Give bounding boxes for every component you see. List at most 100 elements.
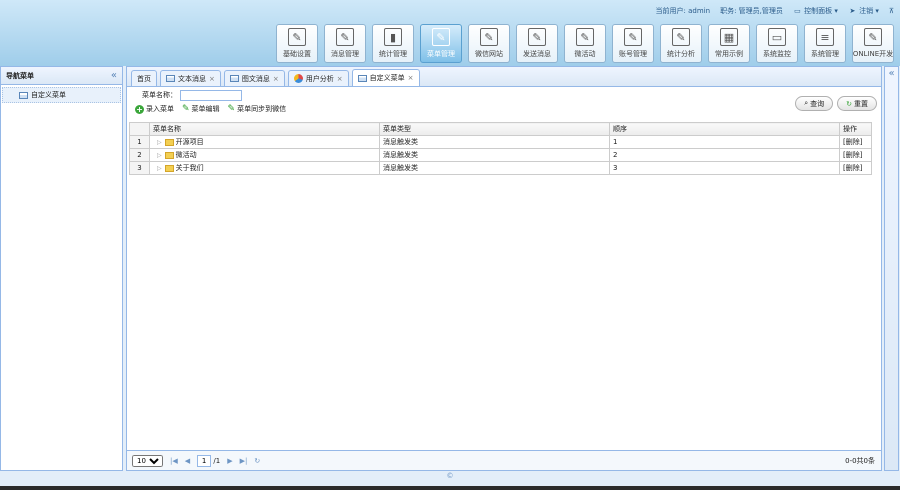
search-icon: ⌕ xyxy=(804,99,809,107)
nav-button-label: 消息管理 xyxy=(331,50,359,58)
menu-name-cell[interactable]: ▷ 微活动 xyxy=(149,148,380,162)
table-row[interactable]: 2 ▷ 微活动 消息触发类 2 [删除] xyxy=(129,148,872,162)
edit-icon: ✎ xyxy=(528,28,546,46)
footer: © xyxy=(0,472,900,484)
first-page-icon[interactable]: |◀ xyxy=(170,457,178,465)
delete-link[interactable]: [删除] xyxy=(839,135,872,149)
add-menu-button[interactable]: + 录入菜单 xyxy=(135,104,174,114)
bar-chart-icon: ▮ xyxy=(384,28,402,46)
nav-button-8[interactable]: ✎ 统计分析 xyxy=(660,24,702,63)
menu-name-label: 菜单名称： xyxy=(142,91,177,99)
menu-name-cell[interactable]: ▷ 开源项目 xyxy=(149,135,380,149)
monitor-icon: ▭ xyxy=(768,28,786,46)
left-menu-item-custom-menu[interactable]: 自定义菜单 xyxy=(2,87,121,103)
nav-button-label: 统计分析 xyxy=(667,50,695,58)
edit-icon: ✎ xyxy=(672,28,690,46)
nav-button-5[interactable]: ✎ 发送消息 xyxy=(516,24,558,63)
nav-button-7[interactable]: ✎ 账号管理 xyxy=(612,24,654,63)
nav-button-4[interactable]: ✎ 微信网站 xyxy=(468,24,510,63)
nav-button-1[interactable]: ✎ 消息管理 xyxy=(324,24,366,63)
page-size-select[interactable]: 10 xyxy=(132,454,163,467)
nav-button-label: 统计管理 xyxy=(379,50,407,58)
grid-window-icon xyxy=(19,91,28,99)
tab-user-analysis[interactable]: 用户分析 × xyxy=(287,70,349,86)
expand-icon[interactable]: ▷ xyxy=(157,139,162,146)
header: 当前用户: admin 职务: 管理员,管理员 ▭ 控制面板 ▾ ➤ 注销 ▾ … xyxy=(0,0,900,66)
nav-button-12[interactable]: ✎ ONLINE开发 xyxy=(852,24,894,63)
row-number: 3 xyxy=(129,161,150,175)
row-number: 1 xyxy=(129,135,150,149)
nav-button-label: 微信网站 xyxy=(475,50,503,58)
edit-icon: ✎ xyxy=(576,28,594,46)
query-button[interactable]: ⌕ 查询 xyxy=(795,96,834,111)
pagination-bar: 10 |◀ ◀ /1 ▶ ▶| ↻ 0-0共0条 xyxy=(127,450,881,470)
menu-name-input[interactable] xyxy=(180,89,242,101)
menu-type-cell: 消息触发类 xyxy=(379,148,610,162)
nav-button-label: 基础设置 xyxy=(283,50,311,58)
sync-menu-button[interactable]: ✎ 菜单同步到微信 xyxy=(228,104,287,114)
last-page-icon[interactable]: ▶| xyxy=(240,457,248,465)
menu-name-cell[interactable]: ▷ 关于我们 xyxy=(149,161,380,175)
edit-icon: ✎ xyxy=(864,28,882,46)
close-icon[interactable]: × xyxy=(337,75,343,83)
edit-icon: ✎ xyxy=(432,28,450,46)
toolbar: + 录入菜单 ✎ 菜单编辑 ✎ 菜单同步到微信 xyxy=(135,104,873,114)
nav-button-0[interactable]: ✎ 基础设置 xyxy=(276,24,318,63)
left-panel-header: 导航菜单 « xyxy=(1,67,122,85)
grid-window-icon xyxy=(357,74,367,82)
collapse-left-icon[interactable]: « xyxy=(111,70,117,81)
bottom-bar xyxy=(0,486,900,490)
control-panel-button[interactable]: ▭ 控制面板 ▾ xyxy=(793,6,838,16)
add-icon: + xyxy=(135,104,144,114)
logout-button[interactable]: ➤ 注销 ▾ xyxy=(848,6,878,16)
edit-icon: ✎ xyxy=(288,28,306,46)
refresh-icon[interactable]: ↻ xyxy=(254,457,260,465)
refresh-icon: ↻ xyxy=(846,99,852,108)
column-header-menu-type[interactable]: 菜单类型 xyxy=(379,122,610,136)
user-role: 职务: 管理员,管理员 xyxy=(720,7,783,15)
expand-icon[interactable]: ▷ xyxy=(157,165,162,172)
table-row[interactable]: 3 ▷ 关于我们 消息触发类 3 [删除] xyxy=(129,161,872,175)
prev-page-icon[interactable]: ◀ xyxy=(185,457,190,465)
nav-button-label: ONLINE开发 xyxy=(852,50,894,58)
expand-right-icon[interactable]: « xyxy=(885,68,898,79)
next-page-icon[interactable]: ▶ xyxy=(227,457,232,465)
column-header-menu-name[interactable]: 菜单名称 xyxy=(149,122,380,136)
top-bar: 当前用户: admin 职务: 管理员,管理员 ▭ 控制面板 ▾ ➤ 注销 ▾ … xyxy=(656,4,894,18)
collapse-header-button[interactable]: ⊼ xyxy=(889,7,894,15)
tab-home[interactable]: 首页 xyxy=(131,70,157,86)
nav-button-label: 系统管理 xyxy=(811,50,839,58)
column-header-order[interactable]: 顺序 xyxy=(609,122,840,136)
edit-icon: ✎ xyxy=(336,28,354,46)
close-icon[interactable]: × xyxy=(209,75,215,83)
tab-text-message[interactable]: 文本消息 × xyxy=(160,70,221,86)
left-menu-item-label: 自定义菜单 xyxy=(31,91,66,99)
order-cell: 1 xyxy=(609,135,840,149)
nav-button-2[interactable]: ▮ 统计管理 xyxy=(372,24,414,63)
tab-bar: 首页 文本消息 × 图文消息 × 用户分析 × 自定义菜单 × xyxy=(127,67,881,87)
nav-button-6[interactable]: ✎ 微活动 xyxy=(564,24,606,63)
left-panel: 导航菜单 « 自定义菜单 xyxy=(0,66,123,471)
sliders-icon: ≡ xyxy=(816,28,834,46)
nav-button-9[interactable]: ▦ 常用示例 xyxy=(708,24,750,63)
page-number-input[interactable] xyxy=(197,454,212,467)
grid-window-icon xyxy=(229,75,239,82)
delete-link[interactable]: [删除] xyxy=(839,161,872,175)
nav-button-3[interactable]: ✎ 菜单管理 xyxy=(420,24,462,63)
table-row[interactable]: 1 ▷ 开源项目 消息触发类 1 [删除] xyxy=(129,135,872,149)
delete-link[interactable]: [删除] xyxy=(839,148,872,162)
pagination-info: 0-0共0条 xyxy=(845,456,875,465)
reset-button[interactable]: ↻ 重置 xyxy=(837,96,877,111)
order-cell: 3 xyxy=(609,161,840,175)
expand-icon[interactable]: ▷ xyxy=(157,152,162,159)
edit-menu-button[interactable]: ✎ 菜单编辑 xyxy=(182,104,220,114)
nav-button-label: 账号管理 xyxy=(619,50,647,58)
nav-button-10[interactable]: ▭ 系统监控 xyxy=(756,24,798,63)
close-icon[interactable]: × xyxy=(273,75,279,83)
tab-custom-menu[interactable]: 自定义菜单 × xyxy=(351,69,420,86)
nav-button-11[interactable]: ≡ 系统管理 xyxy=(804,24,846,63)
pencil-icon: ✎ xyxy=(182,104,190,114)
tab-news-message[interactable]: 图文消息 × xyxy=(223,70,285,86)
close-icon[interactable]: × xyxy=(408,74,414,82)
column-header-operation: 操作 xyxy=(839,122,872,136)
